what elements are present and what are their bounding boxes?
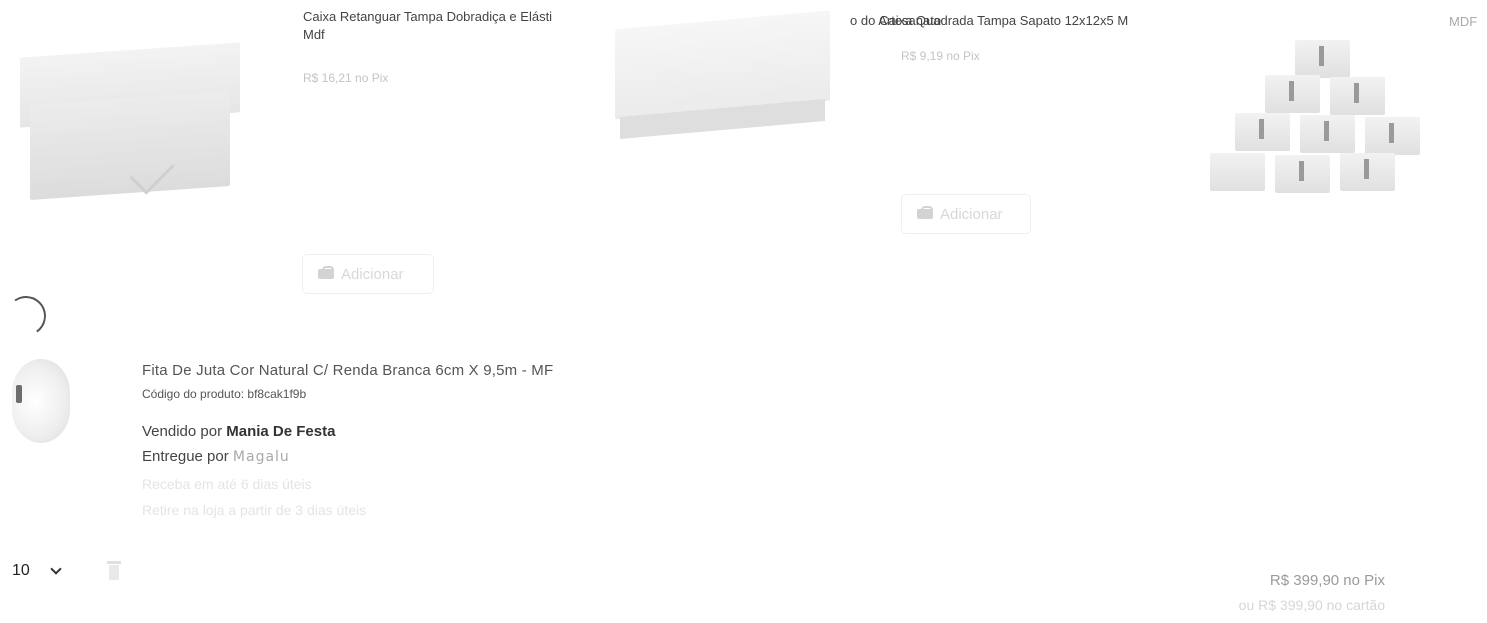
add-to-cart-button-1[interactable]: Adicionar — [302, 254, 434, 294]
tag-shape — [1389, 123, 1394, 143]
add-to-cart-button-2[interactable]: Adicionar — [901, 194, 1031, 234]
product-image-caixa-quadrada[interactable] — [615, 10, 830, 140]
tag-shape — [1319, 46, 1324, 66]
sold-by: Vendido por Mania De Festa — [142, 423, 335, 440]
tag-shape — [1299, 161, 1304, 181]
mini-box — [1235, 113, 1290, 151]
cart-item-image[interactable] — [6, 355, 76, 445]
mini-box — [1275, 155, 1330, 193]
add-button-label: Adicionar — [940, 205, 1003, 223]
tag-shape — [1364, 159, 1369, 179]
mini-box — [1210, 153, 1265, 191]
trash-icon[interactable] — [107, 561, 121, 581]
mini-box — [1365, 117, 1420, 155]
tag-shape — [1324, 121, 1329, 141]
product-title-1[interactable]: Caixa Retanguar Tampa Dobradiça e Elásti… — [303, 8, 603, 44]
quantity-value: 10 — [12, 562, 30, 579]
mini-box — [1340, 153, 1395, 191]
delivered-by: Entregue por Magalu — [142, 448, 290, 465]
mini-box — [1265, 75, 1320, 113]
product-title-2-main[interactable]: Caixa Quadrada Tampa Sapato 12x12x5 M — [879, 12, 1128, 30]
delivered-by-prefix: Entregue por — [142, 448, 229, 465]
cart-item-code: Código do produto: bf8cak1f9b — [142, 387, 307, 401]
product-title-1-line2[interactable]: Mdf — [303, 26, 603, 44]
cart-icon — [916, 206, 934, 222]
quantity-select[interactable]: 10 — [12, 562, 62, 580]
cart-icon — [317, 266, 335, 282]
trash-bin-shape — [109, 565, 119, 580]
delivery-estimate: Receba em até 6 dias úteis — [142, 476, 312, 492]
seller-name[interactable]: Mania De Festa — [226, 423, 335, 440]
product-title-2[interactable]: o do ArtesanatoCaixa Quadrada Tampa Sapa… — [850, 12, 1128, 30]
mini-box — [1300, 115, 1355, 153]
add-button-label: Adicionar — [341, 265, 404, 283]
ribbon-edge-shape — [16, 385, 22, 403]
tag-shape — [1259, 119, 1264, 139]
tag-shape — [1289, 81, 1294, 101]
loading-spinner-icon — [2, 292, 50, 340]
product-image-caixa-retangular[interactable] — [20, 42, 240, 200]
total-pix: R$ 399,90 no Pix — [1269, 572, 1385, 589]
product-price-2: R$ 9,19 no Pix — [901, 49, 980, 63]
trash-lid-shape — [107, 561, 121, 564]
product-image-stacked-boxes[interactable] — [1205, 35, 1440, 205]
magalu-logo: Magalu — [232, 449, 290, 465]
total-card: ou R$ 399,90 no cartão — [1238, 597, 1385, 613]
product-price-1: R$ 16,21 no Pix — [303, 71, 389, 85]
sold-by-prefix: Vendido por — [142, 423, 223, 440]
mini-box — [1330, 77, 1385, 115]
pickup-estimate: Retire na loja a partir de 3 dias úteis — [142, 502, 367, 518]
product-title-3-fragment[interactable]: MDF — [1449, 14, 1477, 29]
box-front-shape — [30, 91, 230, 200]
tag-shape — [1354, 83, 1359, 103]
mini-box — [1295, 40, 1350, 78]
product-title-1-line1[interactable]: Caixa Retanguar Tampa Dobradiça e Elásti — [303, 8, 603, 26]
cart-item-title[interactable]: Fita De Juta Cor Natural C/ Renda Branca… — [142, 362, 553, 379]
chevron-down-icon — [50, 563, 62, 575]
